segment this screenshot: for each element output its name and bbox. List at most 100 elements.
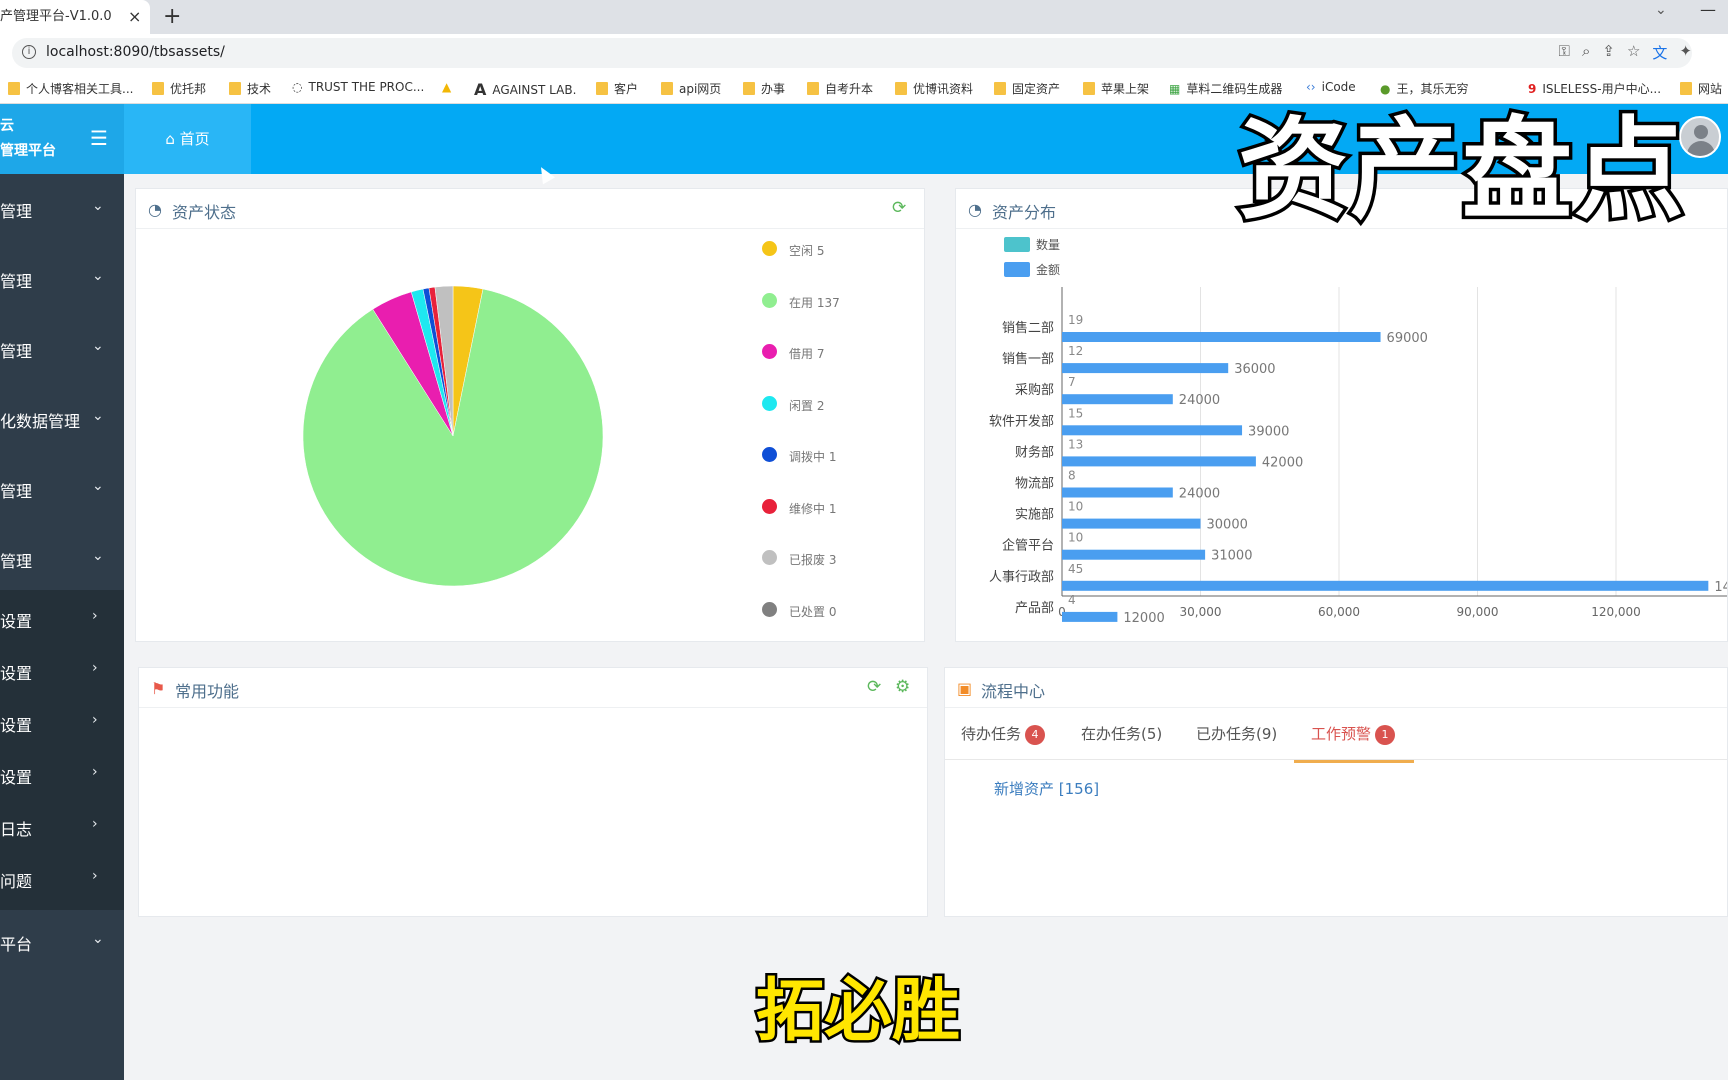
legend-label[interactable]: 已处置 0 <box>789 603 836 620</box>
category-label: 企管平台 <box>1002 538 1054 554</box>
browser-tab[interactable]: 产管理平台-V1.0.0 × <box>0 0 150 34</box>
tab-done[interactable]: 已办任务(9) <box>1196 723 1277 744</box>
bookmark[interactable]: api网页 <box>661 80 721 97</box>
amount-data-label: 24000 <box>1179 487 1220 502</box>
bookmark[interactable]: 优博讯资料 <box>895 80 973 97</box>
bookmark[interactable]: A AGAINST LAB. <box>474 80 576 99</box>
sidebar-item[interactable]: 管理 ⌄ <box>0 548 124 572</box>
bell-icon: ▲ <box>442 80 452 94</box>
extensions-icon[interactable]: ✦ <box>1679 42 1692 63</box>
bookmark[interactable]: 优托邦 <box>152 80 206 97</box>
count-data-label: 13 <box>1068 437 1083 451</box>
amount-bar <box>1062 456 1256 467</box>
count-data-label: 4 <box>1068 593 1076 607</box>
address-bar[interactable]: i localhost:8090/tbsassets/ ⚿ ⌕ ⇪ ☆ 文 ✦ <box>12 38 1692 68</box>
tab-in-progress[interactable]: 在办任务(5) <box>1081 723 1162 744</box>
window-minimize-icon[interactable]: — <box>1700 0 1716 19</box>
star-icon[interactable]: ☆ <box>1627 42 1640 63</box>
refresh-icon[interactable]: ⟳ <box>867 677 881 697</box>
sidebar-item[interactable]: 化数据管理 ⌄ <box>0 408 124 432</box>
brand-line1: 云 <box>0 118 14 134</box>
legend-dot <box>762 344 777 359</box>
count-data-label: 10 <box>1068 531 1083 545</box>
a-logo-icon: A <box>474 80 487 99</box>
share-icon[interactable]: ⇪ <box>1602 42 1615 63</box>
chevron-down-icon: ⌄ <box>92 478 104 494</box>
home-tab[interactable]: ⌂ 首页 <box>124 104 251 174</box>
folder-icon <box>661 82 673 95</box>
process-item-link[interactable]: 新增资产 [156] <box>994 778 1099 799</box>
site-info-icon[interactable]: i <box>22 45 36 59</box>
legend-label[interactable]: 在用 137 <box>789 294 840 311</box>
legend-label[interactable]: 闲置 2 <box>789 397 824 414</box>
refresh-icon[interactable]: ⟳ <box>892 198 906 218</box>
folder-icon <box>895 82 907 95</box>
url-text[interactable]: localhost:8090/tbsassets/ <box>46 44 225 60</box>
bookmark[interactable]: 自考升本 <box>807 80 873 97</box>
bookmark[interactable]: 网站 <box>1680 80 1722 97</box>
bookmark[interactable]: 办事 <box>743 80 785 97</box>
amount-data-label: 42000 <box>1262 455 1303 470</box>
chevron-right-icon: › <box>92 660 98 676</box>
video-subtitle: 拓必胜 <box>753 970 962 1054</box>
translate-icon[interactable]: 文 <box>1652 42 1667 63</box>
bookmark[interactable]: 客户 <box>596 80 638 97</box>
legend-label[interactable]: 空闲 5 <box>789 242 824 259</box>
category-label: 销售二部 <box>1002 320 1054 336</box>
tab-search-icon[interactable]: ⌄ <box>1655 2 1667 18</box>
sidebar-item[interactable]: 日志 › <box>0 816 124 840</box>
count-data-label: 7 <box>1068 375 1076 389</box>
count-badge: 4 <box>1025 725 1046 745</box>
bookmark[interactable]: 个人博客相关工具... <box>8 80 133 97</box>
count-data-label: 15 <box>1068 406 1083 420</box>
tab-todo[interactable]: 待办任务 4 <box>961 723 1046 745</box>
bookmark[interactable]: 技术 <box>229 80 271 97</box>
amount-data-label: 31000 <box>1211 549 1252 564</box>
bookmark[interactable]: 固定资产 <box>994 80 1060 97</box>
bookmark[interactable]: ◌ TRUST THE PROC... <box>292 80 424 94</box>
sidebar-item[interactable]: 管理 ⌄ <box>0 268 124 292</box>
amount-data-label: 12000 <box>1123 611 1164 626</box>
zoom-icon[interactable]: ⌕ <box>1582 42 1590 63</box>
sidebar-item[interactable]: 平台 ⌄ <box>0 931 124 955</box>
sidebar-item[interactable]: 管理 ⌄ <box>0 338 124 362</box>
legend-label[interactable]: 维修中 1 <box>789 500 836 517</box>
sidebar-item[interactable]: 设置 › <box>0 608 124 632</box>
legend-dot <box>762 601 777 617</box>
new-tab-button[interactable]: + <box>163 0 181 34</box>
close-tab-icon[interactable]: × <box>128 0 141 34</box>
sidebar-item[interactable]: 设置 › <box>0 660 124 684</box>
briefcase-icon: ▣ <box>957 679 973 698</box>
amount-bar <box>1062 363 1229 374</box>
sidebar-item[interactable]: 设置 › <box>0 764 124 788</box>
bookmark[interactable]: ▲ <box>442 80 451 94</box>
bookmark[interactable]: 苹果上架 <box>1083 80 1149 97</box>
legend-label[interactable]: 调拨中 1 <box>789 448 836 465</box>
chevron-right-icon: › <box>92 816 98 832</box>
hamburger-menu-icon[interactable]: ☰ <box>90 126 108 150</box>
legend-label[interactable]: 借用 7 <box>789 345 824 362</box>
qrcode-icon: ▦ <box>1169 81 1181 96</box>
legend-label[interactable]: 已报废 3 <box>789 551 836 568</box>
amount-bar <box>1062 332 1381 342</box>
brand: 云 管理平台 ☰ <box>0 104 124 174</box>
sidebar-item[interactable]: 管理 ⌄ <box>0 478 124 502</box>
category-label: 采购部 <box>1015 382 1054 398</box>
chevron-right-icon: › <box>92 712 98 728</box>
legend-dot <box>762 395 777 411</box>
legend-dot <box>762 550 777 565</box>
category-label: 财务部 <box>1015 444 1054 460</box>
count-data-label: 10 <box>1068 500 1083 514</box>
common-functions-panel: ⚑ 常用功能 ⟳ ⚙ <box>138 667 928 917</box>
sidebar-item[interactable]: 问题 › <box>0 868 124 892</box>
sidebar-item[interactable]: 管理 ⌄ <box>0 198 124 222</box>
amount-data-label: 30000 <box>1207 518 1248 533</box>
video-overlay-title: 资产盘点 <box>1235 103 1688 238</box>
count-data-label: 45 <box>1068 562 1083 576</box>
sidebar-item[interactable]: 设置 › <box>0 712 124 736</box>
key-icon[interactable]: ⚿ <box>1559 42 1570 63</box>
gear-icon[interactable]: ⚙ <box>895 677 910 697</box>
tab-work-alert[interactable]: 工作预警 1 <box>1311 723 1396 745</box>
category-label: 物流部 <box>1015 477 1054 492</box>
amount-bar <box>1062 549 1206 560</box>
